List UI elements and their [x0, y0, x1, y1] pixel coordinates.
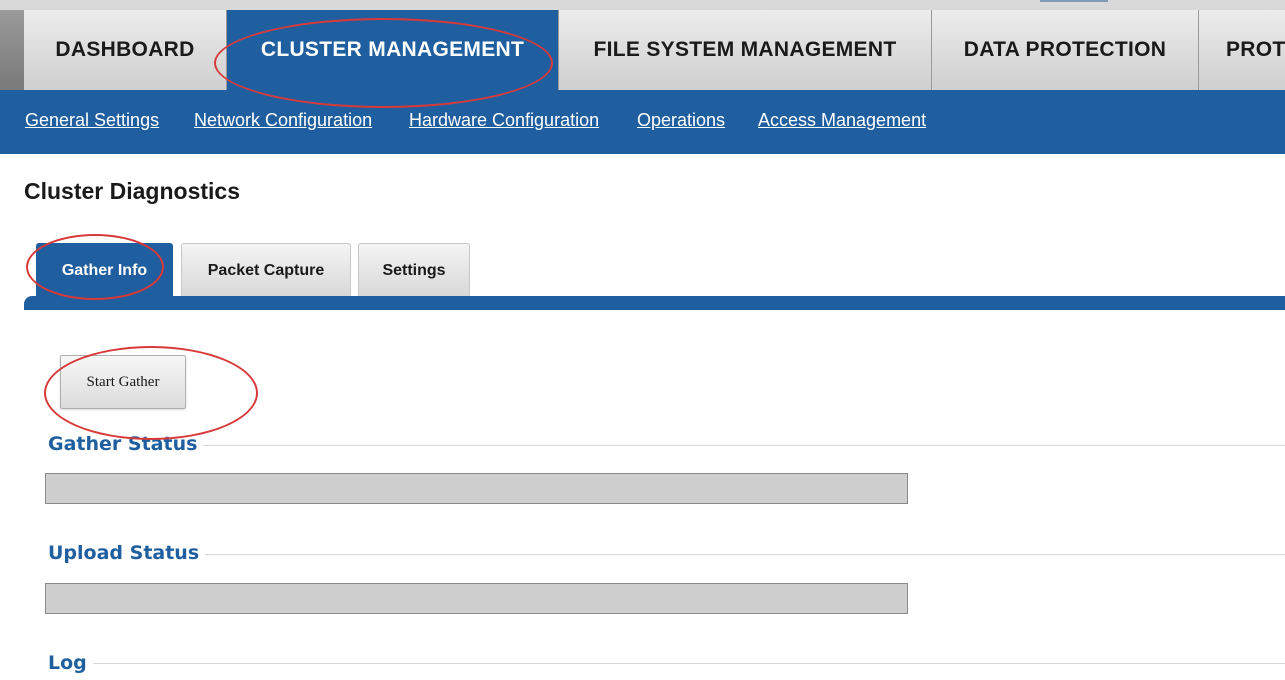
- tab-packet-capture[interactable]: Packet Capture: [181, 243, 351, 297]
- tab-content-bar: [24, 296, 1285, 310]
- main-nav-left-edge: [0, 10, 24, 90]
- main-nav: DASHBOARD CLUSTER MANAGEMENT FILE SYSTEM…: [0, 10, 1285, 90]
- sub-nav-general-settings[interactable]: General Settings: [25, 110, 159, 131]
- page-title: Cluster Diagnostics: [24, 178, 240, 204]
- sub-nav: General Settings Network Configuration H…: [0, 90, 1285, 154]
- log-heading: Log: [48, 652, 93, 674]
- tab-gather-info[interactable]: Gather Info: [36, 243, 173, 297]
- main-tab-data-protection[interactable]: DATA PROTECTION: [932, 10, 1199, 90]
- gather-status-divider: [48, 445, 1285, 446]
- window-grip: [1040, 0, 1108, 2]
- main-tab-dashboard[interactable]: DASHBOARD: [24, 10, 227, 90]
- main-tab-cluster-management[interactable]: CLUSTER MANAGEMENT: [227, 10, 559, 90]
- browser-top-strip: [0, 0, 1285, 10]
- gather-status-heading: Gather Status: [48, 433, 204, 455]
- start-gather-button[interactable]: Start Gather: [60, 355, 186, 409]
- main-tab-file-system-management[interactable]: FILE SYSTEM MANAGEMENT: [559, 10, 932, 90]
- main-tab-protocols[interactable]: PROT: [1199, 10, 1285, 90]
- log-divider: [48, 663, 1285, 664]
- sub-nav-access-management[interactable]: Access Management: [758, 110, 926, 131]
- sub-nav-network-configuration[interactable]: Network Configuration: [194, 110, 372, 131]
- sub-nav-hardware-configuration[interactable]: Hardware Configuration: [409, 110, 599, 131]
- upload-status-progress-bar: [45, 583, 908, 614]
- sub-nav-operations[interactable]: Operations: [637, 110, 725, 131]
- upload-status-heading: Upload Status: [48, 542, 206, 564]
- upload-status-divider: [48, 554, 1285, 555]
- gather-status-progress-bar: [45, 473, 908, 504]
- tab-settings[interactable]: Settings: [358, 243, 470, 297]
